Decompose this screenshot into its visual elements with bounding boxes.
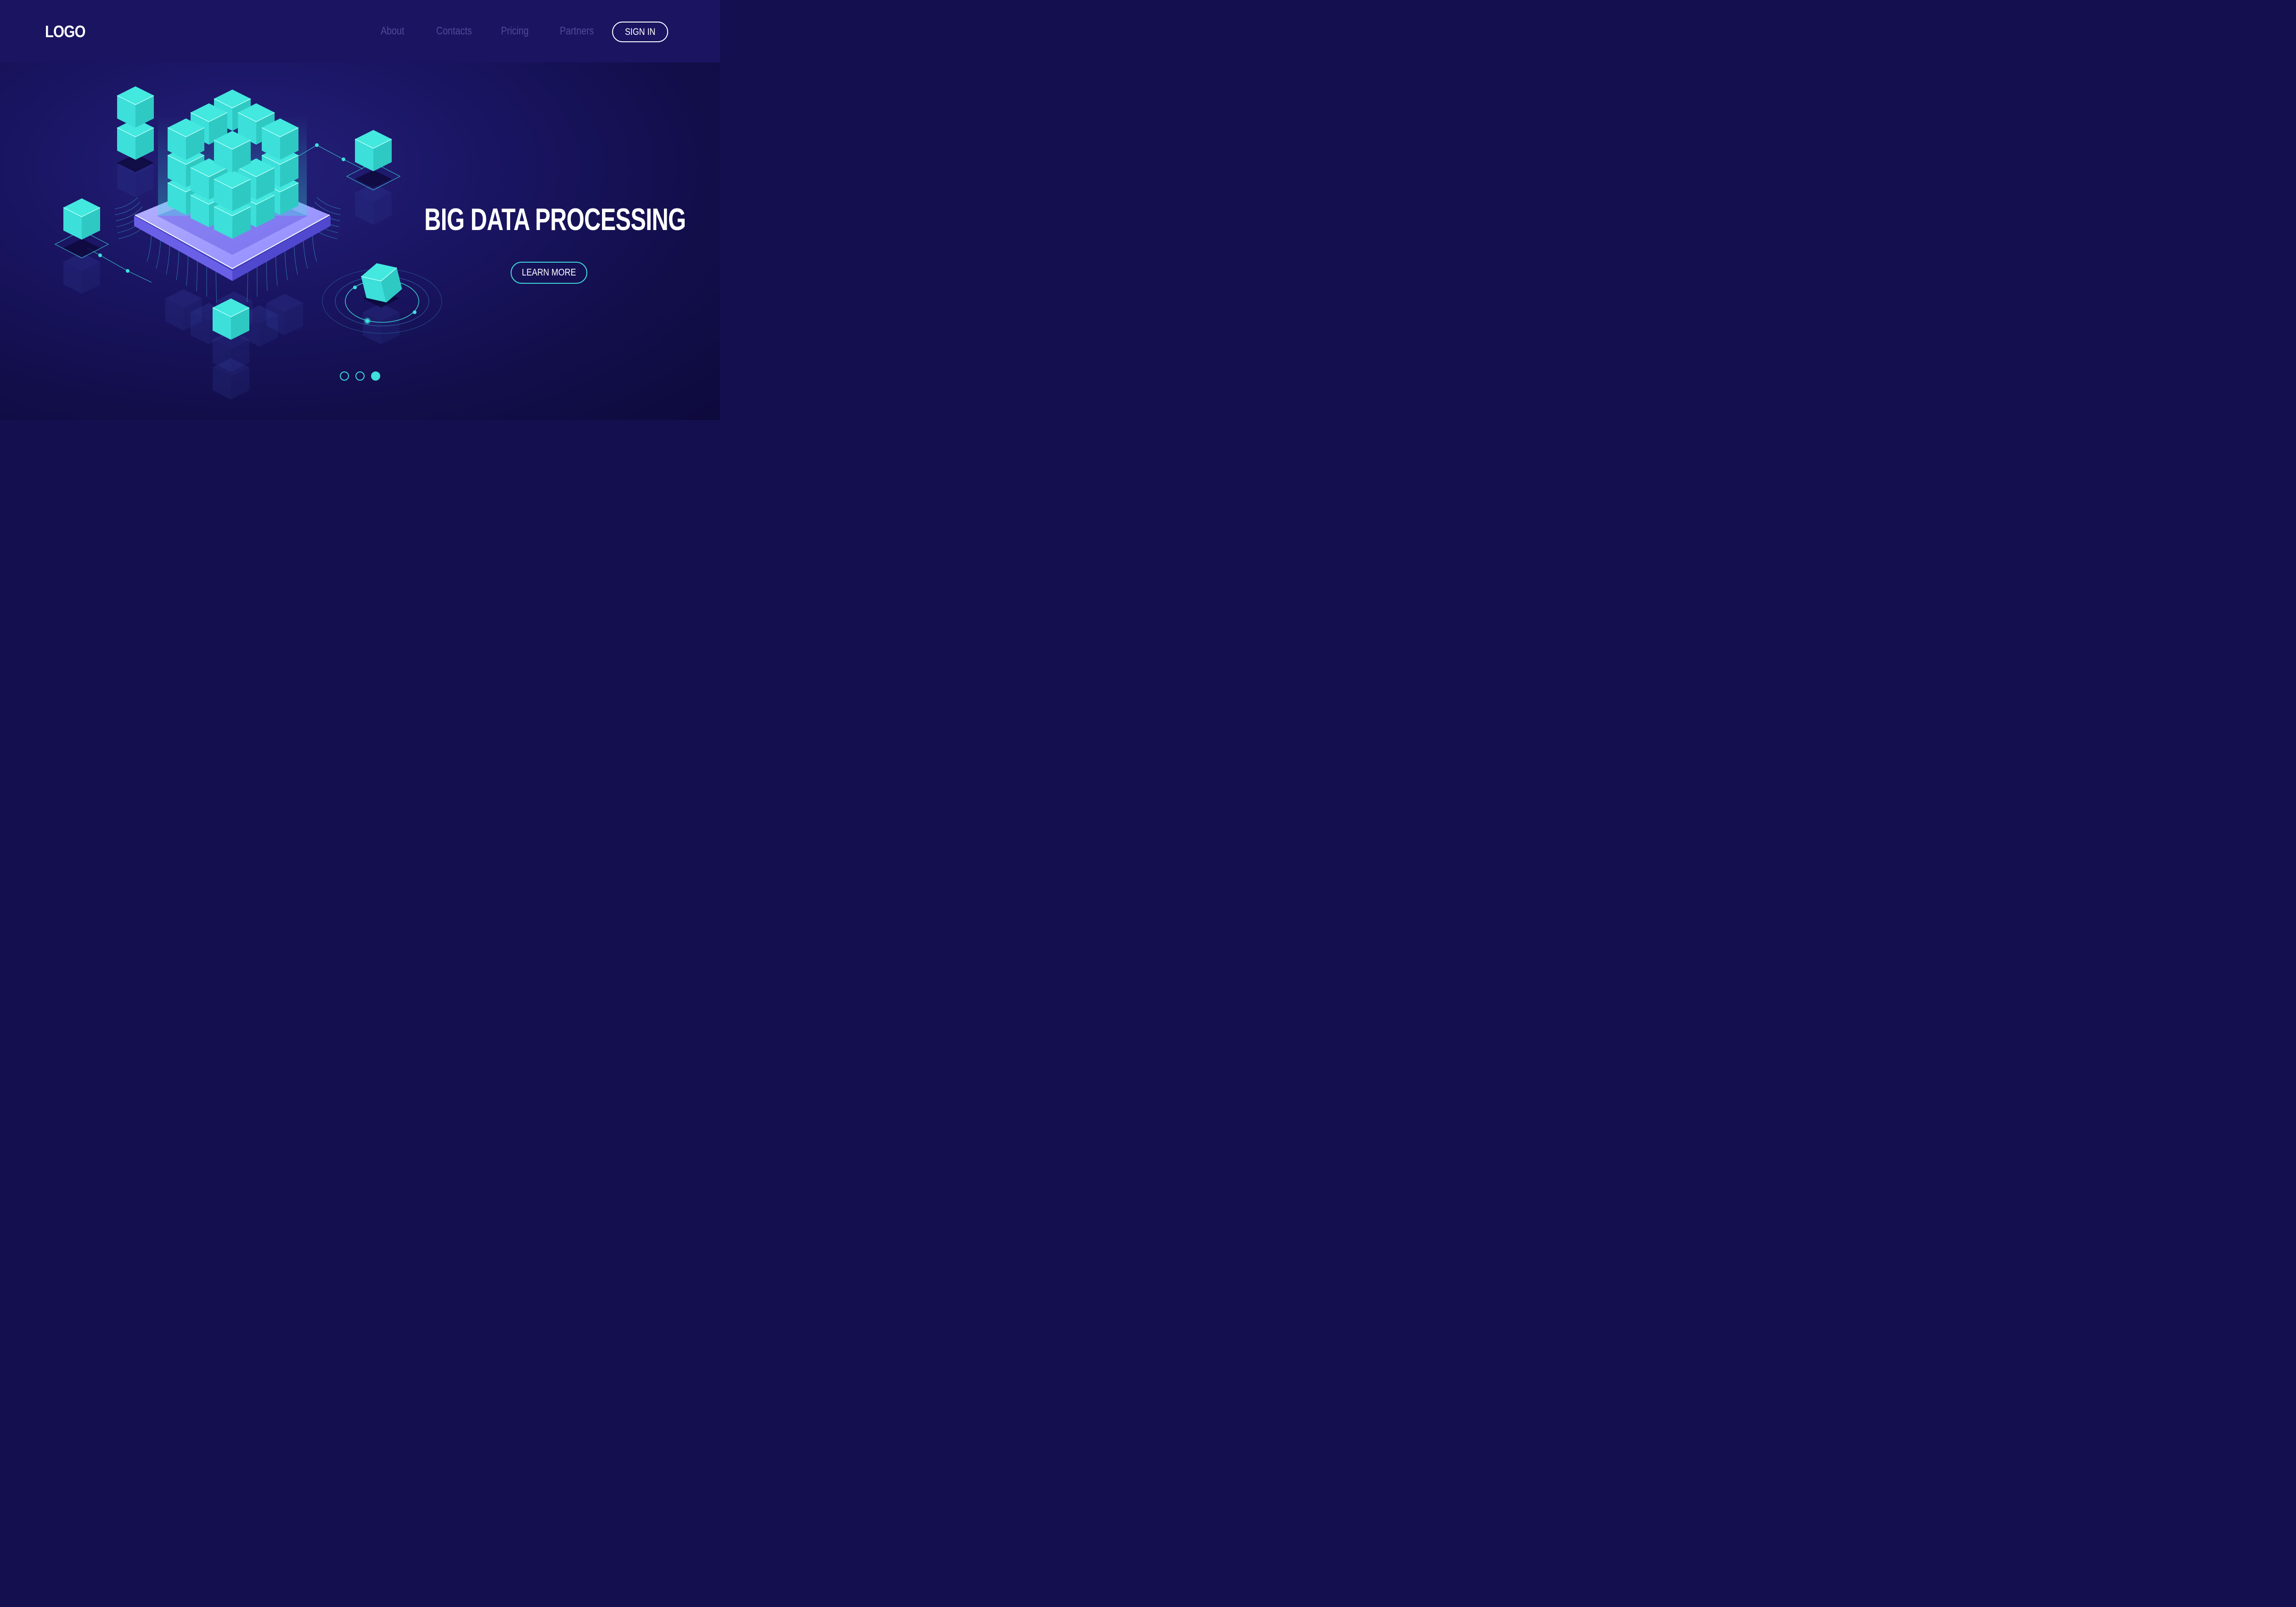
sign-in-label: SIGN IN	[625, 26, 656, 37]
carousel-dot-3[interactable]	[371, 371, 380, 381]
learn-more-label: LEARN MORE	[522, 267, 576, 278]
logo[interactable]: LOGO	[45, 22, 86, 41]
data-cube-icon-right	[346, 129, 400, 191]
nav-link-contacts[interactable]: Contacts	[436, 25, 472, 38]
sign-in-button[interactable]: SIGN IN	[612, 22, 668, 42]
nav-link-partners[interactable]: Partners	[560, 25, 594, 38]
carousel-dot-2[interactable]	[355, 371, 365, 381]
data-cube-icon-top-left	[117, 86, 154, 172]
nav-link-about[interactable]: About	[381, 25, 404, 38]
nav-link-pricing[interactable]: Pricing	[501, 25, 529, 38]
learn-more-button[interactable]: LEARN MORE	[511, 262, 587, 284]
data-cube-icon-left	[55, 198, 109, 258]
orbit-ring-icon	[322, 263, 442, 334]
big-data-isometric-illustration	[55, 86, 442, 399]
carousel-dot-1[interactable]	[340, 371, 349, 381]
landing-page: LOGO About Contacts Pricing Partners SIG…	[0, 0, 720, 420]
hero-headline: BIG DATA PROCESSING	[424, 202, 686, 237]
header-bar: LOGO About Contacts Pricing Partners SIG…	[0, 0, 720, 62]
